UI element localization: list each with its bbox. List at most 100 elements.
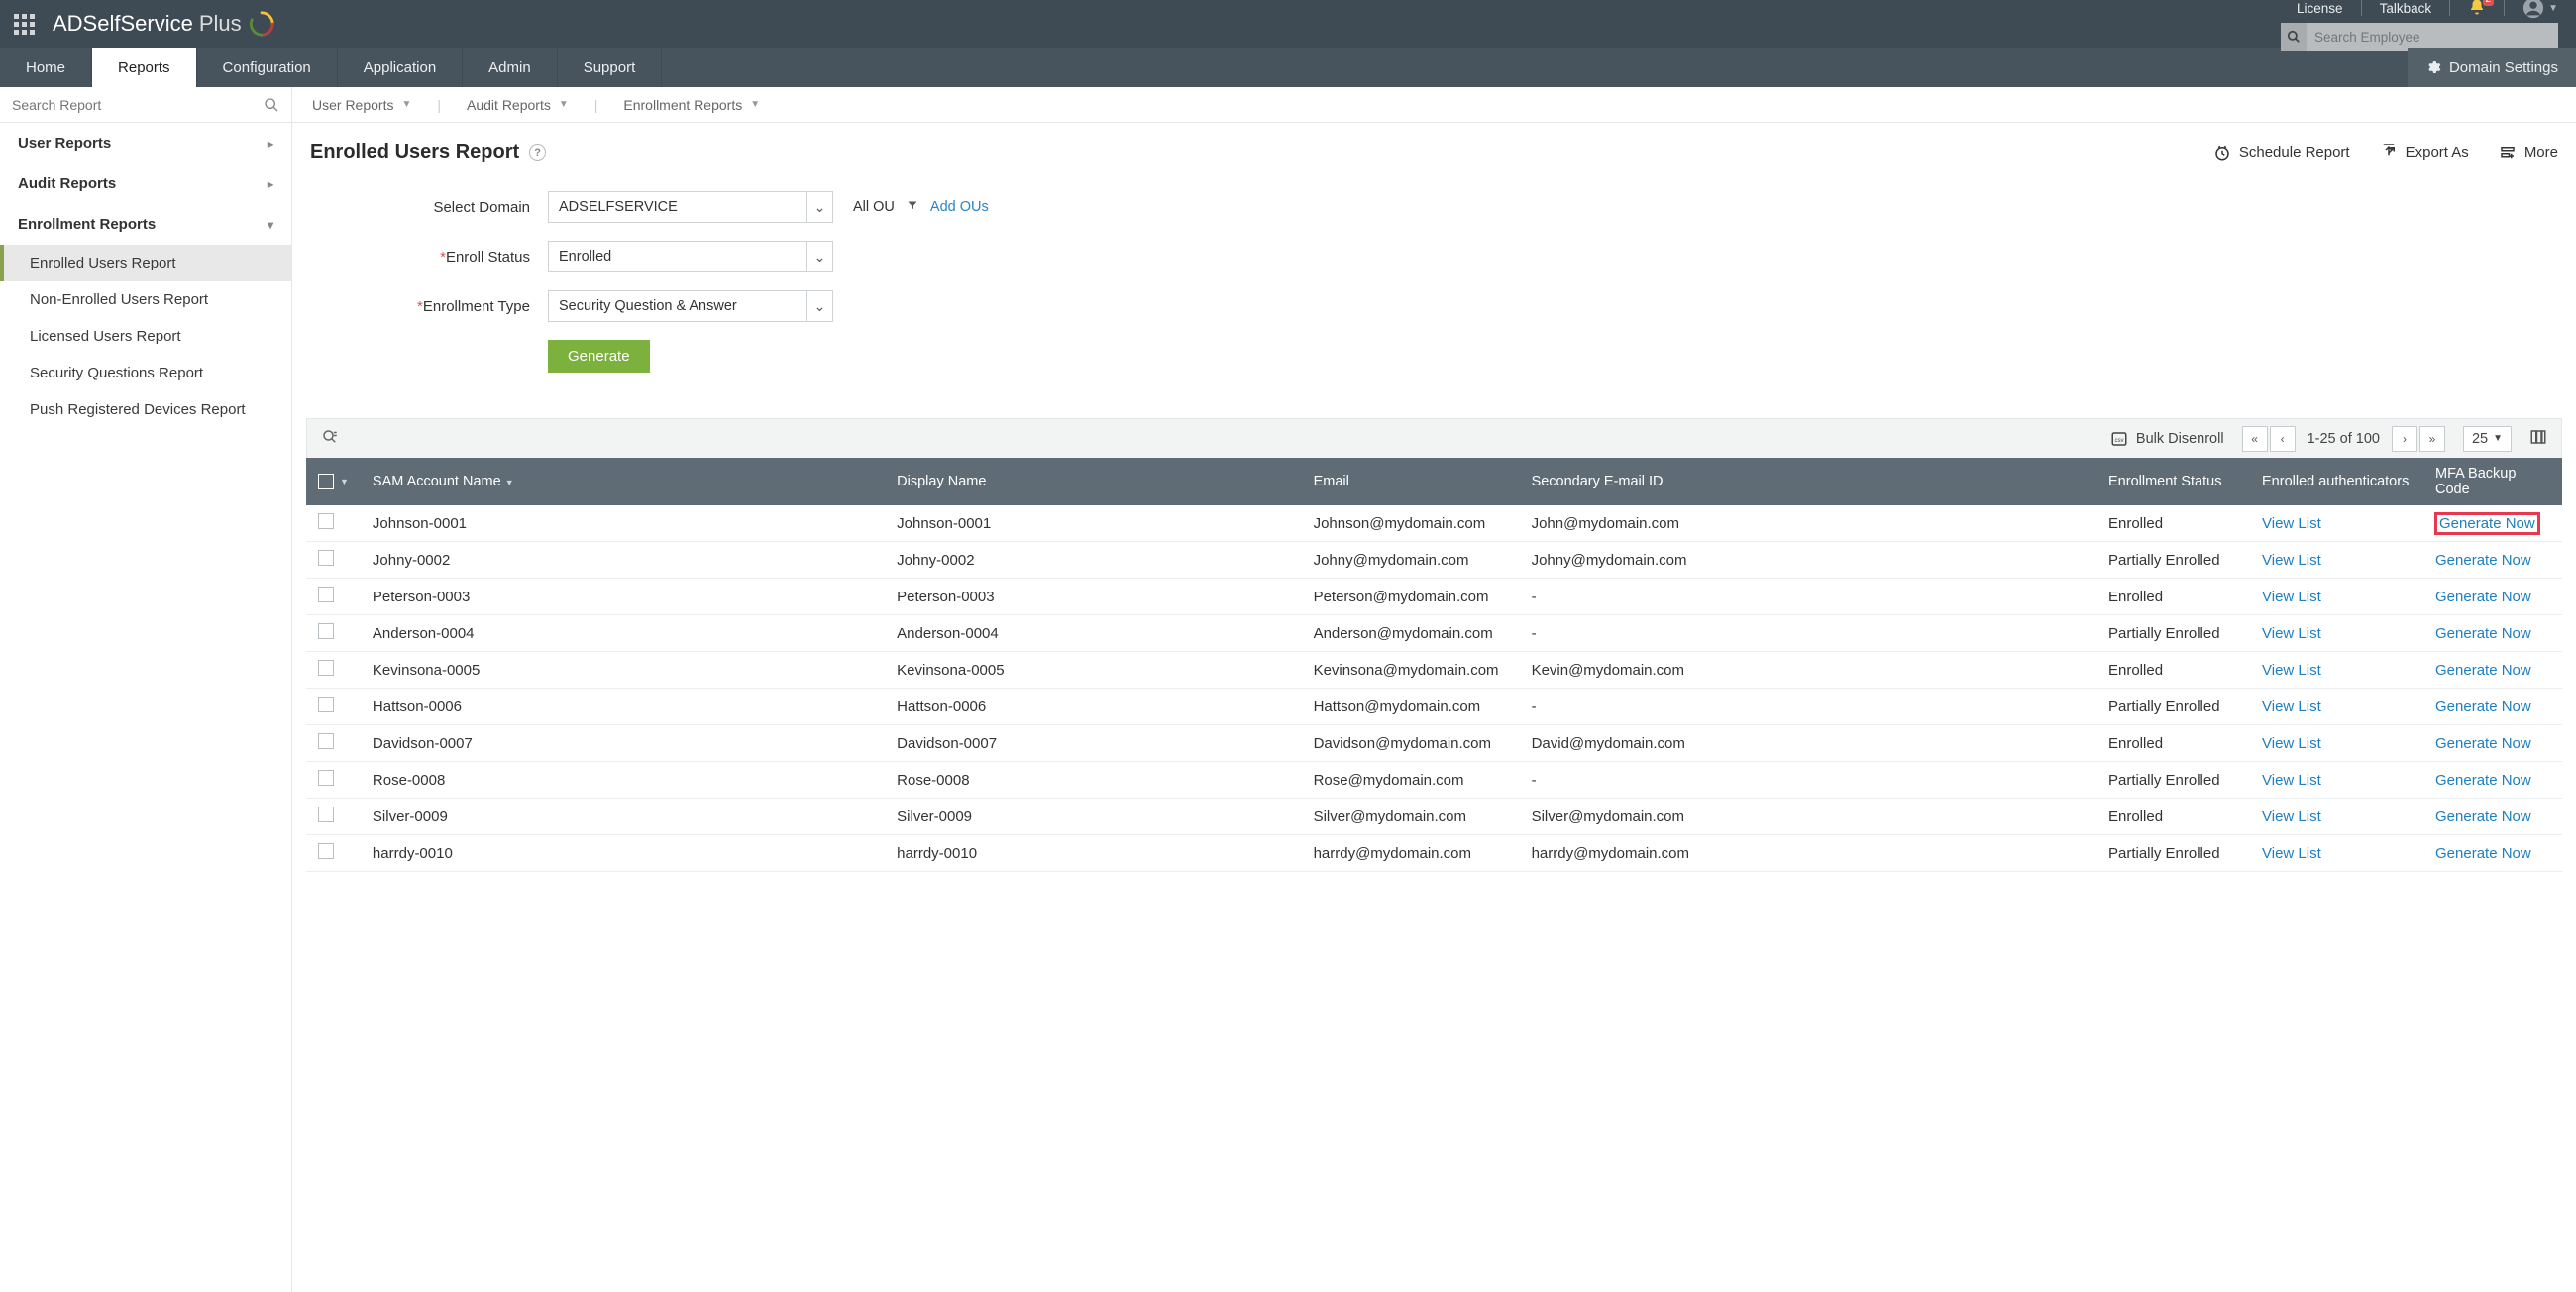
domain-label: Select Domain [310, 199, 548, 216]
page-title: Enrolled Users Report ? [310, 141, 546, 163]
sidebar-item-licensed-users[interactable]: Licensed Users Report [0, 318, 291, 355]
sidebar-group-user-reports[interactable]: User Reports ▸ [0, 123, 291, 163]
cell-email: Kevinsona@mydomain.com [1302, 652, 1520, 689]
tab-application[interactable]: Application [338, 48, 463, 87]
breadcrumb-enrollment-reports[interactable]: Enrollment Reports ▼ [617, 97, 766, 113]
pager-info: 1-25 of 100 [2298, 431, 2390, 447]
add-ous-link[interactable]: Add OUs [930, 199, 989, 215]
view-list-link[interactable]: View List [2262, 699, 2321, 715]
breadcrumb-user-reports[interactable]: User Reports ▼ [306, 97, 417, 113]
enroll-type-select[interactable]: Security Question & Answer ⌄ [548, 290, 833, 322]
generate-now-link[interactable]: Generate Now [2435, 808, 2531, 825]
caret-down-icon[interactable]: ⌄ [806, 242, 832, 271]
sidebar-group-audit-reports[interactable]: Audit Reports ▸ [0, 163, 291, 204]
generate-button[interactable]: Generate [548, 340, 650, 373]
view-list-link[interactable]: View List [2262, 772, 2321, 789]
bulk-disenroll-button[interactable]: csv Bulk Disenroll [2110, 430, 2224, 448]
enroll-status-value: Enrolled [549, 242, 806, 271]
user-menu[interactable]: ▼ [2522, 0, 2558, 19]
row-checkbox[interactable] [318, 770, 334, 786]
row-checkbox[interactable] [318, 550, 334, 566]
generate-now-link[interactable]: Generate Now [2435, 625, 2531, 642]
sidebar: User Reports ▸ Audit Reports ▸ Enrollmen… [0, 87, 292, 1292]
cell-sam: harrdy-0010 [361, 835, 885, 872]
column-settings-icon[interactable] [2529, 428, 2547, 450]
pager-next-button[interactable]: › [2392, 426, 2417, 452]
sidebar-group-enrollment-reports[interactable]: Enrollment Reports ▾ [0, 204, 291, 245]
pager: « ‹ 1-25 of 100 › » [2242, 426, 2445, 452]
row-checkbox[interactable] [318, 623, 334, 639]
view-list-link[interactable]: View List [2262, 515, 2321, 532]
sidebar-item-push-devices[interactable]: Push Registered Devices Report [0, 391, 291, 428]
generate-now-link[interactable]: Generate Now [2435, 552, 2531, 569]
caret-down-icon[interactable]: ⌄ [806, 291, 832, 321]
row-checkbox[interactable] [318, 697, 334, 712]
action-label: More [2524, 144, 2558, 161]
row-checkbox[interactable] [318, 733, 334, 749]
csv-icon: csv [2110, 430, 2128, 448]
help-icon[interactable]: ? [529, 144, 546, 161]
sidebar-item-security-questions[interactable]: Security Questions Report [0, 355, 291, 391]
col-email[interactable]: Email [1302, 458, 1520, 505]
domain-settings-button[interactable]: Domain Settings [2408, 48, 2576, 87]
generate-now-link[interactable]: Generate Now [2435, 772, 2531, 789]
cell-status: Partially Enrolled [2096, 689, 2250, 725]
view-list-link[interactable]: View List [2262, 552, 2321, 569]
caret-down-icon[interactable]: ⌄ [806, 192, 832, 222]
search-report-input[interactable] [12, 97, 264, 113]
pager-first-button[interactable]: « [2242, 426, 2268, 452]
row-checkbox[interactable] [318, 587, 334, 602]
view-list-link[interactable]: View List [2262, 625, 2321, 642]
col-sam[interactable]: SAM Account Name ▼ [361, 458, 885, 505]
select-all-checkbox[interactable] [318, 474, 334, 489]
search-employee-input[interactable] [2307, 30, 2558, 45]
table-search-icon[interactable] [321, 428, 339, 449]
tab-admin[interactable]: Admin [463, 48, 558, 87]
tab-support[interactable]: Support [558, 48, 663, 87]
notification-bell-icon[interactable]: 2 [2468, 0, 2486, 19]
view-list-link[interactable]: View List [2262, 589, 2321, 605]
col-backup[interactable]: MFA Backup Code [2423, 458, 2562, 505]
generate-now-link[interactable]: Generate Now [2435, 589, 2531, 605]
generate-now-link[interactable]: Generate Now [2435, 735, 2531, 752]
generate-now-link[interactable]: Generate Now [2435, 513, 2539, 534]
row-checkbox[interactable] [318, 843, 334, 859]
domain-select[interactable]: ADSELFSERVICE ⌄ [548, 191, 833, 223]
pager-last-button[interactable]: » [2419, 426, 2445, 452]
pager-prev-button[interactable]: ‹ [2270, 426, 2296, 452]
view-list-link[interactable]: View List [2262, 735, 2321, 752]
schedule-report-button[interactable]: Schedule Report [2213, 144, 2350, 162]
page-size-select[interactable]: 25 ▼ [2463, 426, 2512, 452]
breadcrumb-audit-reports[interactable]: Audit Reports ▼ [461, 97, 575, 113]
view-list-link[interactable]: View List [2262, 845, 2321, 862]
view-list-link[interactable]: View List [2262, 808, 2321, 825]
search-employee[interactable] [2281, 23, 2558, 51]
col-auths[interactable]: Enrolled authenticators [2250, 458, 2423, 505]
sidebar-item-enrolled-users[interactable]: Enrolled Users Report [0, 245, 291, 281]
cell-status: Enrolled [2096, 505, 2250, 542]
search-report[interactable] [0, 87, 291, 123]
more-button[interactable]: More [2499, 144, 2558, 162]
generate-now-link[interactable]: Generate Now [2435, 845, 2531, 862]
col-sec-email[interactable]: Secondary E-mail ID [1520, 458, 2096, 505]
generate-now-link[interactable]: Generate Now [2435, 699, 2531, 715]
row-checkbox[interactable] [318, 807, 334, 822]
generate-now-link[interactable]: Generate Now [2435, 662, 2531, 679]
export-as-button[interactable]: Export As [2380, 144, 2469, 162]
view-list-link[interactable]: View List [2262, 662, 2321, 679]
cell-sam: Kevinsona-0005 [361, 652, 885, 689]
col-status[interactable]: Enrollment Status [2096, 458, 2250, 505]
cell-sam: Anderson-0004 [361, 615, 885, 652]
sidebar-item-non-enrolled-users[interactable]: Non-Enrolled Users Report [0, 281, 291, 318]
apps-grid-icon[interactable] [14, 14, 35, 35]
caret-down-icon[interactable]: ▼ [340, 477, 349, 486]
license-link[interactable]: License [2297, 1, 2343, 16]
tab-home[interactable]: Home [0, 48, 92, 87]
col-display[interactable]: Display Name [885, 458, 1301, 505]
talkback-link[interactable]: Talkback [2380, 1, 2432, 16]
tab-configuration[interactable]: Configuration [197, 48, 338, 87]
row-checkbox[interactable] [318, 513, 334, 529]
tab-reports[interactable]: Reports [92, 48, 197, 87]
row-checkbox[interactable] [318, 660, 334, 676]
enroll-status-select[interactable]: Enrolled ⌄ [548, 241, 833, 272]
